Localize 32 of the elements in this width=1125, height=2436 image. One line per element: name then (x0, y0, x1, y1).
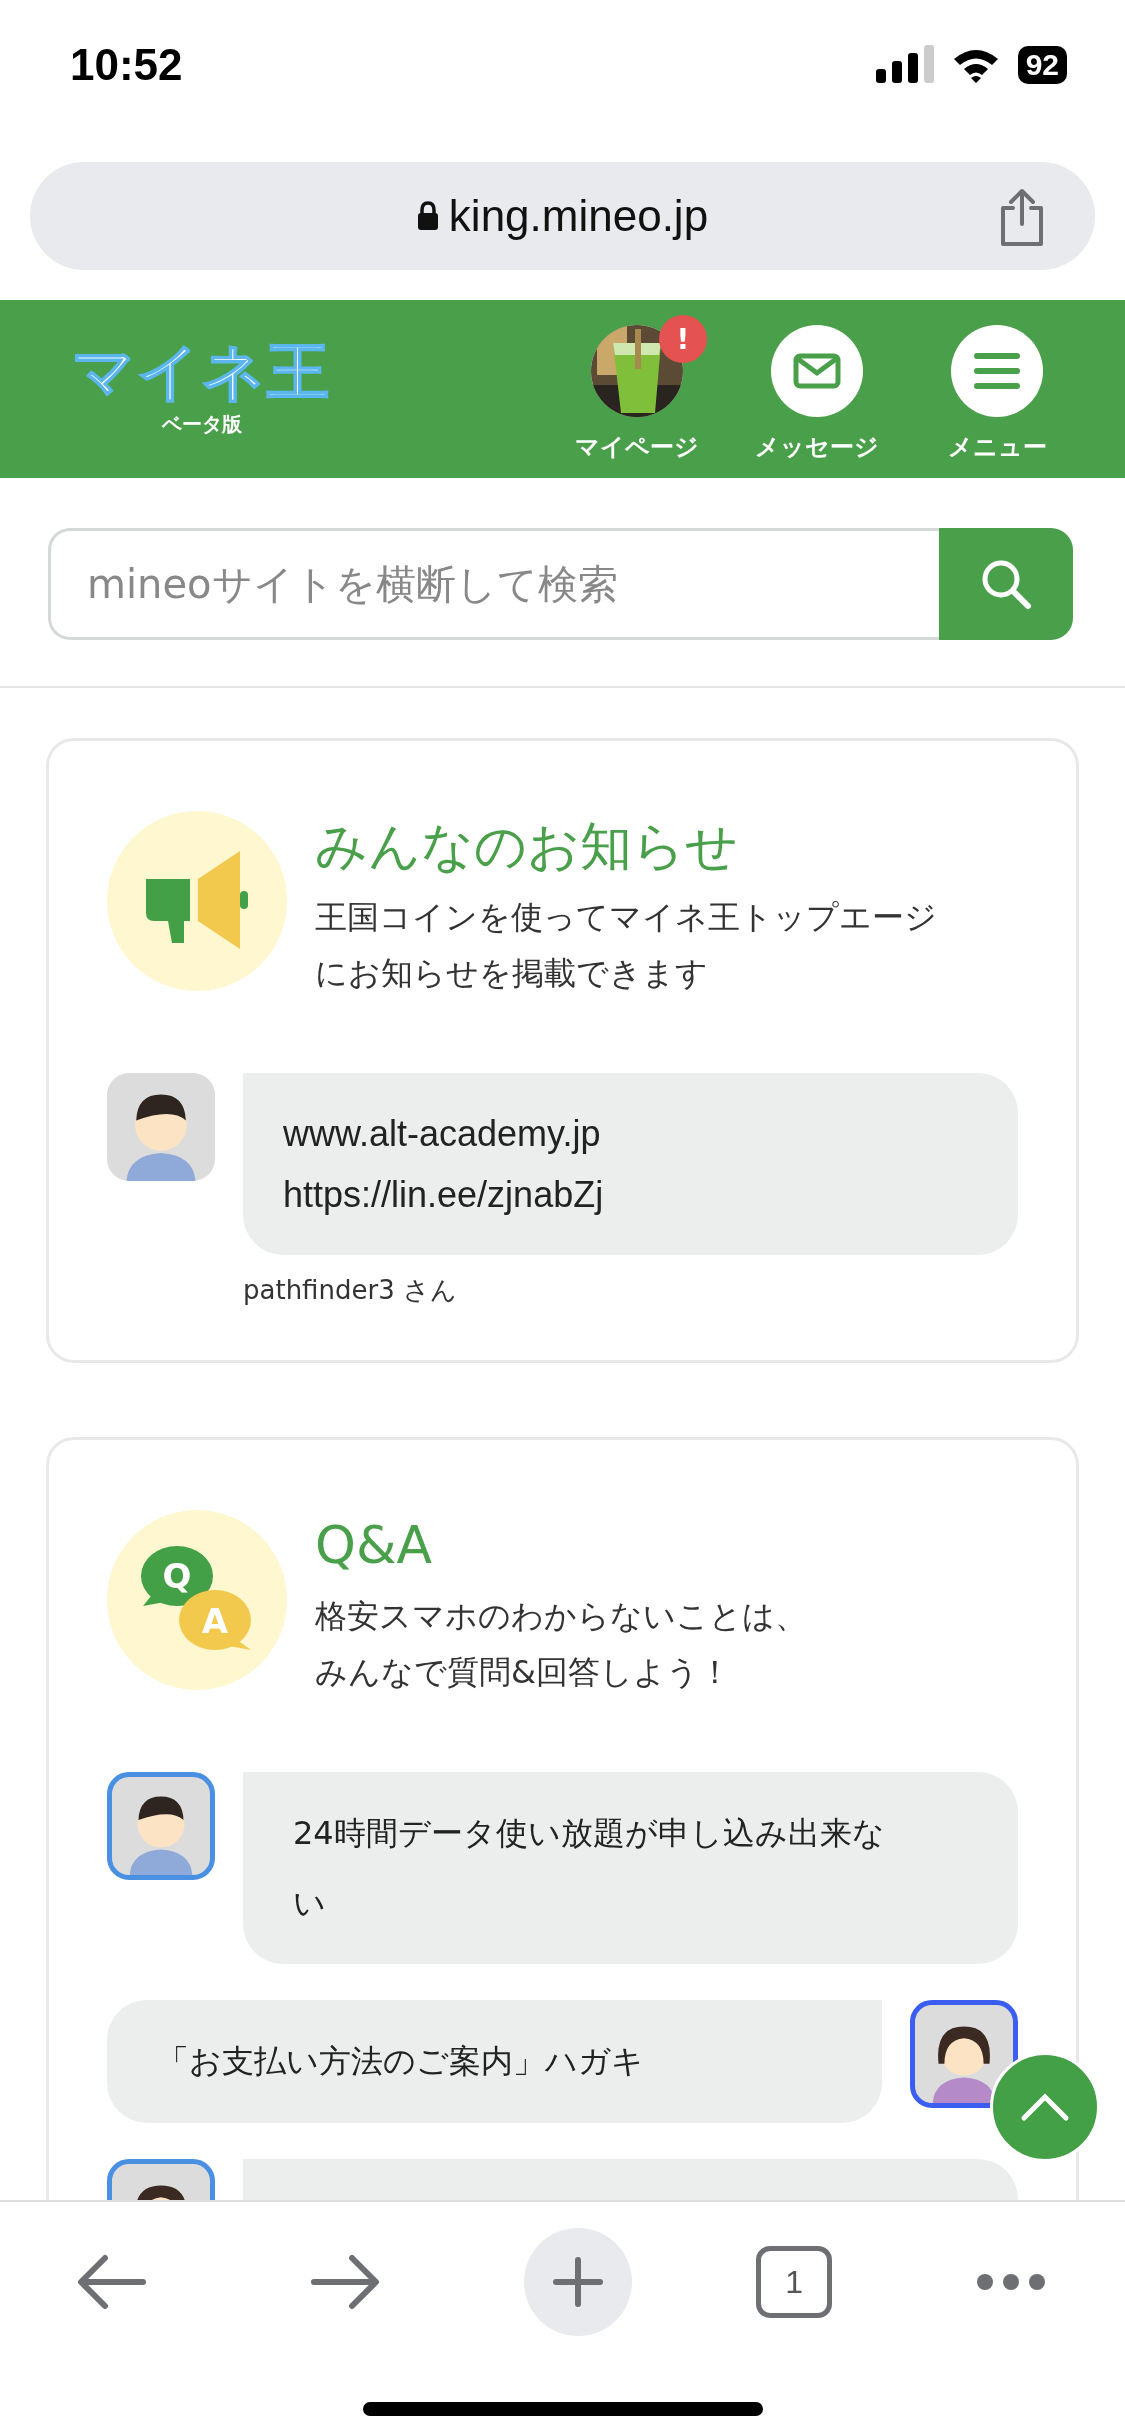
message-bubble[interactable]: 「お支払い方法のご案内」ハガキ (107, 2000, 882, 2123)
message-text: 24時間データ使い放題が申し込み出来な い (293, 1812, 886, 1924)
lock-icon (416, 201, 439, 231)
card-title[interactable]: Q&A (315, 1511, 807, 1580)
message-text: 「お支払い方法のご案内」ハガキ (157, 2041, 645, 2083)
nav-button[interactable]: ! マイページ (547, 315, 727, 463)
search-button[interactable] (939, 528, 1073, 640)
back-arrow-icon (77, 2254, 147, 2310)
menu-icon (974, 352, 1020, 390)
more-icon (976, 2273, 1046, 2291)
message-bubble[interactable]: www.alt-academy.jp https://lin.ee/zjnabZj (243, 1072, 1018, 1255)
plus-icon (552, 2257, 603, 2307)
logo-subtitle: ベータ版 (161, 410, 242, 438)
chevron-up-icon (1020, 2092, 1070, 2122)
signal-icon (875, 45, 934, 85)
card-description: 格安スマホのわからないことは、 みんなで質問&回答しよう！ (315, 1595, 807, 1693)
nav-button[interactable]: メニュー (907, 315, 1087, 463)
nav-button[interactable]: メッセージ (727, 315, 907, 463)
card-description: 王国コインを使ってマイネ王トップエージ にお知らせを掲載できます (315, 896, 937, 994)
author-name: pathfinder3 さん (243, 1273, 458, 1307)
card-title[interactable]: みんなのお知らせ (315, 813, 937, 881)
message-bubble[interactable]: 24時間データ使い放題が申し込み出来な い (243, 1771, 1018, 1965)
status-time: 10:52 (70, 40, 183, 90)
forward-arrow-icon (309, 2254, 380, 2310)
search-field[interactable]: mineoサイトを横断して検索 (48, 528, 939, 640)
alert-badge: ! (659, 315, 707, 363)
url-text: king.mineo.jp (448, 191, 709, 241)
message-text: www.alt-academy.jp https://lin.ee/zjnabZj (283, 1111, 605, 1217)
mail-icon (793, 353, 841, 389)
battery-level: 92 (1017, 46, 1067, 84)
tabs-button[interactable]: 1 (756, 2246, 833, 2318)
address-bar[interactable]: king.mineo.jp (30, 162, 1095, 270)
